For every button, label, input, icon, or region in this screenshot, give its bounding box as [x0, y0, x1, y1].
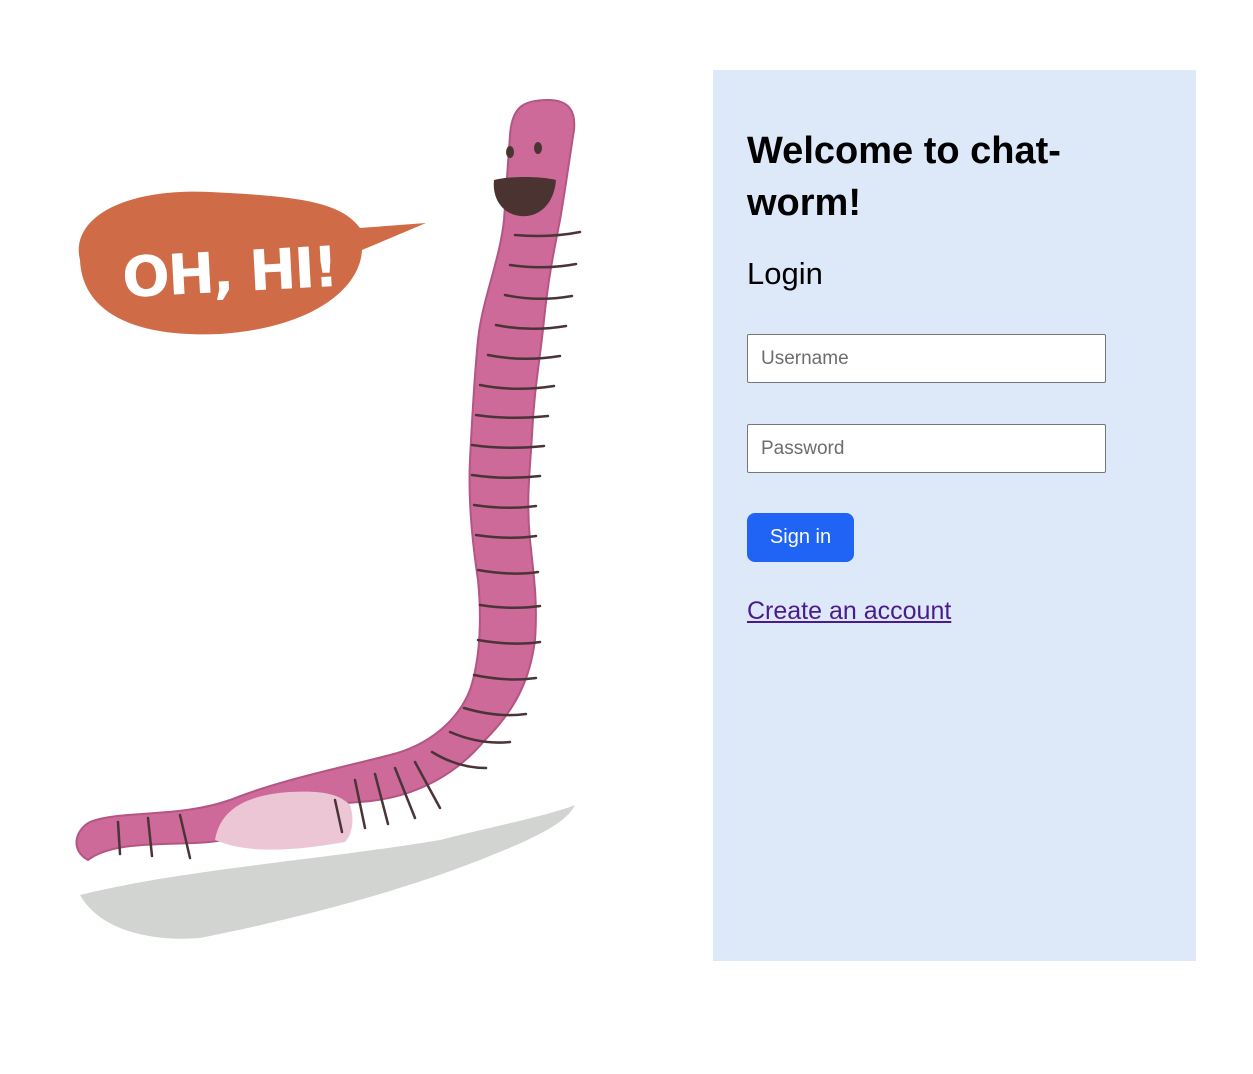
login-heading: Login — [747, 256, 823, 291]
sign-in-button[interactable]: Sign in — [747, 513, 854, 562]
login-panel: Welcome to chat-worm! Login Sign in Crea… — [713, 70, 1196, 961]
worm-eye-left — [506, 146, 514, 158]
worm-eye-right — [534, 142, 542, 154]
login-page: OH, HI! Welcome to chat-worm! Login Sign… — [0, 0, 1253, 1074]
worm-svg: OH, HI! — [75, 98, 582, 939]
password-input[interactable] — [747, 424, 1106, 473]
worm-illustration: OH, HI! — [60, 80, 620, 960]
create-account-link[interactable]: Create an account — [747, 597, 951, 626]
page-title: Welcome to chat-worm! — [747, 130, 1061, 224]
username-input[interactable] — [747, 334, 1106, 383]
speech-text: OH, HI! — [121, 235, 339, 311]
